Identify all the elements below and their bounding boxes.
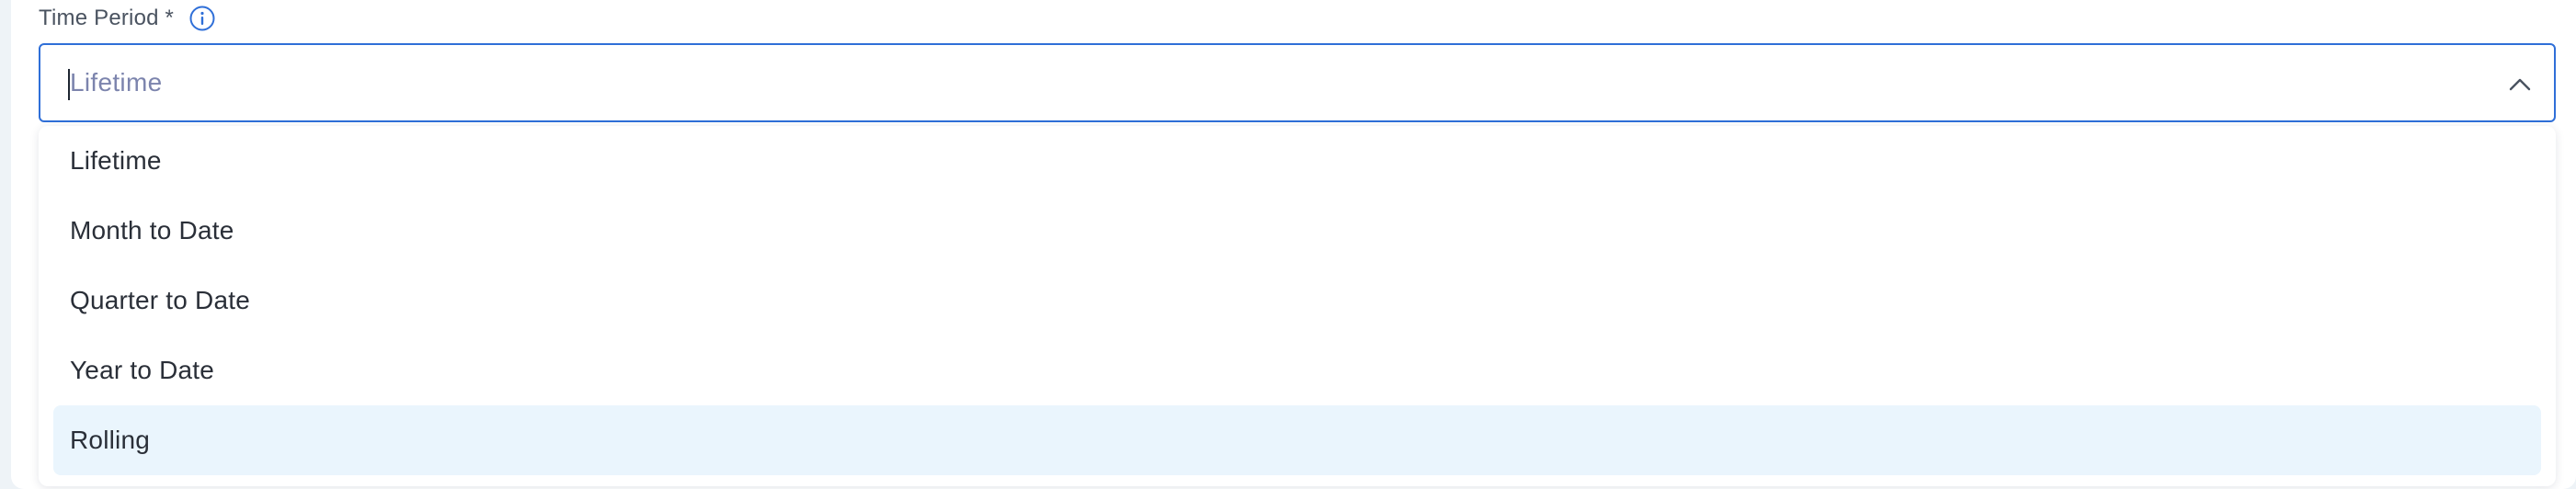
option-rolling[interactable]: Rolling xyxy=(53,405,2541,475)
option-month-to-date[interactable]: Month to Date xyxy=(53,196,2541,266)
option-quarter-to-date[interactable]: Quarter to Date xyxy=(53,266,2541,335)
time-period-selected-value: Lifetime xyxy=(70,68,163,97)
form-panel: Time Period * Lifetime Lifetime Month to… xyxy=(11,0,2576,489)
option-lifetime[interactable]: Lifetime xyxy=(53,126,2541,196)
time-period-label-text: Time Period * xyxy=(39,6,175,30)
option-label: Rolling xyxy=(70,426,150,454)
info-circle-icon[interactable] xyxy=(188,5,216,32)
option-label: Lifetime xyxy=(70,146,162,175)
time-period-label: Time Period * xyxy=(39,2,216,35)
option-year-to-date[interactable]: Year to Date xyxy=(53,335,2541,405)
option-label: Year to Date xyxy=(70,356,215,384)
time-period-select[interactable]: Lifetime xyxy=(39,43,2556,122)
option-label: Quarter to Date xyxy=(70,286,250,314)
option-label: Month to Date xyxy=(70,216,234,244)
chevron-up-icon[interactable] xyxy=(2506,71,2534,98)
time-period-options-menu: Lifetime Month to Date Quarter to Date Y… xyxy=(39,126,2556,486)
